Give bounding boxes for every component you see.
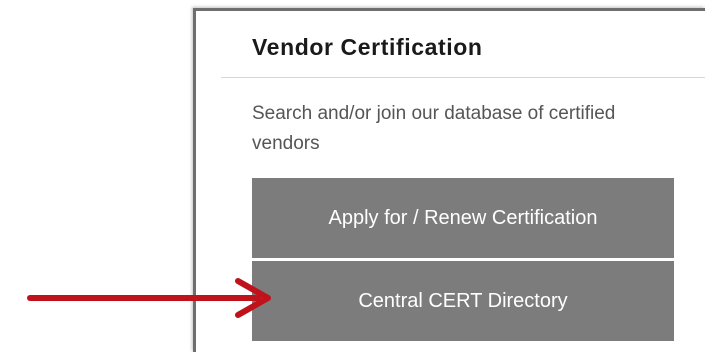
title-divider (221, 77, 705, 78)
panel-description: Search and/or join our database of certi… (252, 103, 616, 154)
apply-renew-certification-label: Apply for / Renew Certification (328, 206, 598, 229)
panel-title: Vendor Certification (252, 34, 483, 60)
central-cert-directory-label: Central CERT Directory (358, 289, 568, 312)
vendor-certification-panel: Vendor Certification Search and/or join … (193, 8, 705, 352)
apply-renew-certification-button[interactable]: Apply for / Renew Certification (252, 178, 674, 258)
central-cert-directory-button[interactable]: Central CERT Directory (252, 261, 674, 341)
